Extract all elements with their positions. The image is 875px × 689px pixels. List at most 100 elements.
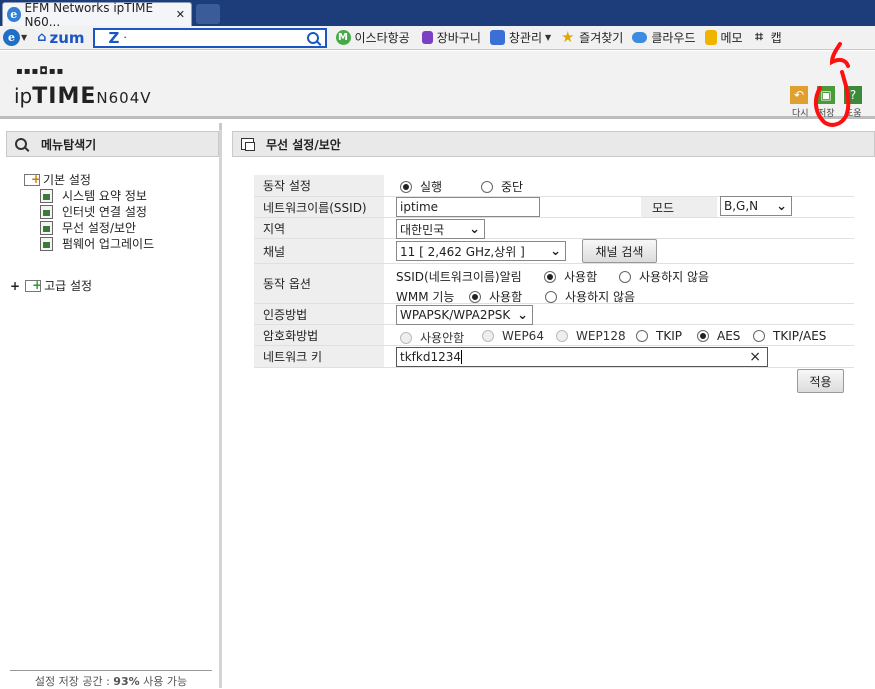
favorite-label: 장바구니 xyxy=(436,31,481,45)
label-encryption: 암호화방법 xyxy=(254,325,384,345)
channel-select[interactable]: 11 [ 2,462 GHz,상위 ] ⌄ xyxy=(396,241,566,261)
favorite-cloud[interactable]: 클라우드 xyxy=(632,29,696,46)
favorite-label: 즐겨찾기 xyxy=(579,31,624,45)
search-icon[interactable] xyxy=(306,31,319,44)
radio-disabled xyxy=(400,331,412,344)
cart-icon xyxy=(421,31,433,44)
save-label: 저장 xyxy=(818,109,835,119)
page-title: 무선 설정/보안 xyxy=(266,137,341,152)
tree-group-basic[interactable]: 기본 설정 xyxy=(24,171,91,188)
sidebar-title: 메뉴탐색기 xyxy=(41,137,97,152)
chevron-down-icon: ⌄ xyxy=(550,244,561,259)
capture-icon: ⌗ xyxy=(755,29,764,45)
radio-ssid-broadcast-off[interactable]: 사용하지 않음 xyxy=(619,268,709,285)
tab-title: EFM Networks ipTIME N60... xyxy=(24,0,154,29)
tree-group-advanced[interactable]: + 고급 설정 xyxy=(10,277,92,294)
chevron-down-icon: ▼ xyxy=(21,33,28,42)
label-auth: 인증방법 xyxy=(254,304,384,324)
ssid-input[interactable]: iptime xyxy=(396,197,540,217)
favorite-memo[interactable]: 메모 xyxy=(704,29,743,46)
favorite-label: 메모 xyxy=(720,31,743,45)
chevron-down-icon: ⌄ xyxy=(469,222,480,237)
new-tab-button[interactable] xyxy=(196,4,220,24)
radio-unchecked xyxy=(481,180,493,193)
tree-group-label: 기본 설정 xyxy=(43,173,91,187)
reset-label: 다시 xyxy=(792,109,809,119)
browser-tab[interactable]: e EFM Networks ipTIME N60... ✕ xyxy=(2,0,192,29)
tree-group-label: 고급 설정 xyxy=(44,279,93,293)
network-key-input[interactable]: tkfkd1234 × xyxy=(396,347,768,367)
radio-operation-run[interactable]: 실행 xyxy=(400,178,442,195)
radio-wmm-off[interactable]: 사용하지 않음 xyxy=(545,288,635,305)
sidebar-item-firmware[interactable]: 펌웨어 업그레이드 xyxy=(40,235,154,252)
save-button[interactable]: ▣ xyxy=(817,86,835,104)
favorite-eastar[interactable]: M 이스타항공 xyxy=(335,29,410,46)
radio-disabled xyxy=(482,330,494,342)
radio-enc-wep64[interactable]: WEP64 xyxy=(482,329,544,343)
zum-home-link[interactable]: ⌂ zum xyxy=(37,29,84,47)
sidebar-item-internet[interactable]: 인터넷 연결 설정 xyxy=(40,203,147,220)
radio-enc-aes[interactable]: AES xyxy=(697,329,740,343)
favorite-label: 이스타항공 xyxy=(354,31,410,45)
logo-dots: ▪▪▪◘▪▪ xyxy=(16,66,65,77)
sidebar-item-label: 시스템 요약 정보 xyxy=(62,189,147,203)
radio-operation-stop[interactable]: 중단 xyxy=(481,178,523,195)
folder-icon xyxy=(25,278,42,292)
clear-icon[interactable]: × xyxy=(749,349,761,365)
radio-enc-tkip[interactable]: TKIP xyxy=(636,329,682,343)
radio-wmm-on[interactable]: 사용함 xyxy=(469,288,522,305)
sidebar-item-label: 펌웨어 업그레이드 xyxy=(62,237,155,251)
favorite-window-manager[interactable]: 창관리 ▼ xyxy=(489,29,552,46)
favorite-label: 클라우드 xyxy=(651,31,696,45)
search-input[interactable]: · xyxy=(123,31,306,45)
favorite-cart[interactable]: 장바구니 xyxy=(421,29,481,46)
label-network-key: 네트워크 키 xyxy=(254,346,384,367)
upgrade-icon xyxy=(40,236,53,251)
radio-unchecked xyxy=(545,290,557,303)
network-icon xyxy=(40,204,53,219)
label-operation: 동작 설정 xyxy=(254,175,384,196)
star-icon: ★ xyxy=(560,28,575,46)
radio-checked xyxy=(697,330,709,342)
wireless-icon xyxy=(40,220,53,235)
chart-icon xyxy=(40,188,53,203)
radio-enc-tkip-aes[interactable]: TKIP/AES xyxy=(753,329,826,343)
radio-enc-wep128[interactable]: WEP128 xyxy=(556,329,626,343)
favorite-bookmarks[interactable]: ★ 즐겨찾기 xyxy=(560,29,623,46)
label-options: 동작 옵션 xyxy=(254,264,384,303)
chevron-down-icon: ⌄ xyxy=(517,308,528,323)
channel-scan-button[interactable]: 채널 검색 xyxy=(582,239,657,263)
tab-close-icon[interactable]: ✕ xyxy=(176,8,185,21)
radio-unchecked xyxy=(636,330,648,342)
apply-button[interactable]: 적용 xyxy=(797,369,844,393)
help-label: 도움 xyxy=(845,109,862,119)
expand-icon[interactable]: + xyxy=(10,279,20,293)
label-channel: 채널 xyxy=(254,239,384,263)
radio-disabled xyxy=(556,330,568,342)
help-button[interactable]: ? xyxy=(844,86,862,104)
sidebar-header: 메뉴탐색기 xyxy=(6,131,219,157)
sidebar-item-system-summary[interactable]: 시스템 요약 정보 xyxy=(40,187,147,204)
ie-icon: e xyxy=(7,7,21,22)
radio-checked xyxy=(544,270,556,283)
radio-ssid-broadcast-on[interactable]: 사용함 xyxy=(544,268,597,285)
browser-menu-button[interactable]: e ▼ xyxy=(3,29,27,46)
search-box[interactable]: Z · xyxy=(92,27,327,48)
sidebar-divider xyxy=(219,130,222,688)
auth-select[interactable]: WPAPSK/WPA2PSK ⌄ xyxy=(396,305,533,325)
mode-select[interactable]: B,G,N ⌄ xyxy=(720,196,792,216)
reset-button[interactable]: ↶ xyxy=(790,86,808,104)
browser-tab-bar: e EFM Networks ipTIME N60... ✕ xyxy=(0,0,875,29)
radio-enc-none[interactable]: 사용안함 xyxy=(400,329,464,346)
region-select[interactable]: 대한민국 ⌄ xyxy=(396,219,485,239)
chevron-down-icon: ▼ xyxy=(545,33,552,42)
iptime-logo: ipTIMEN604V xyxy=(14,84,152,109)
storage-status: 설정 저장 공간 : 93% 사용 가능 xyxy=(10,670,212,689)
search-logo: Z xyxy=(108,28,120,47)
search-icon xyxy=(15,138,27,150)
window-icon xyxy=(241,138,255,151)
sidebar-item-wireless[interactable]: 무선 설정/보안 xyxy=(40,219,136,236)
window-icon xyxy=(489,30,505,45)
label-mode: 모드 xyxy=(641,197,717,217)
favorite-capture[interactable]: ⌗ 캡 xyxy=(752,29,782,46)
